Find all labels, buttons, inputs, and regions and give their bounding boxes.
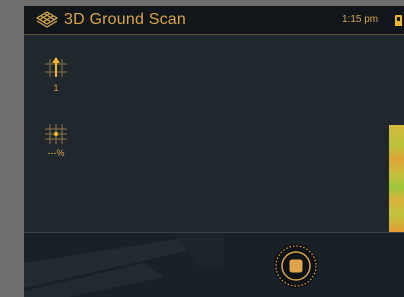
- layers-logo-icon: [36, 11, 58, 28]
- grid-crosshair-icon[interactable]: [41, 122, 71, 146]
- sidebar-item-2-label: ---%: [47, 148, 65, 158]
- sidebar-item-1-label: 1: [53, 83, 59, 93]
- stop-icon: [275, 245, 317, 287]
- grid-arrow-up-icon[interactable]: [41, 56, 71, 80]
- decorative-stripes: [24, 233, 224, 297]
- app-window: 3D Ground Scan 1:15 pm 1 ---%: [24, 6, 404, 297]
- clock-time: 1:15 pm: [342, 14, 379, 25]
- header-bar: 3D Ground Scan 1:15 pm: [24, 6, 404, 35]
- stop-button[interactable]: [274, 244, 318, 288]
- battery-icon: [395, 15, 402, 26]
- page-title: 3D Ground Scan: [64, 11, 186, 28]
- scan-preview: [389, 125, 404, 232]
- control-bar: [24, 232, 404, 297]
